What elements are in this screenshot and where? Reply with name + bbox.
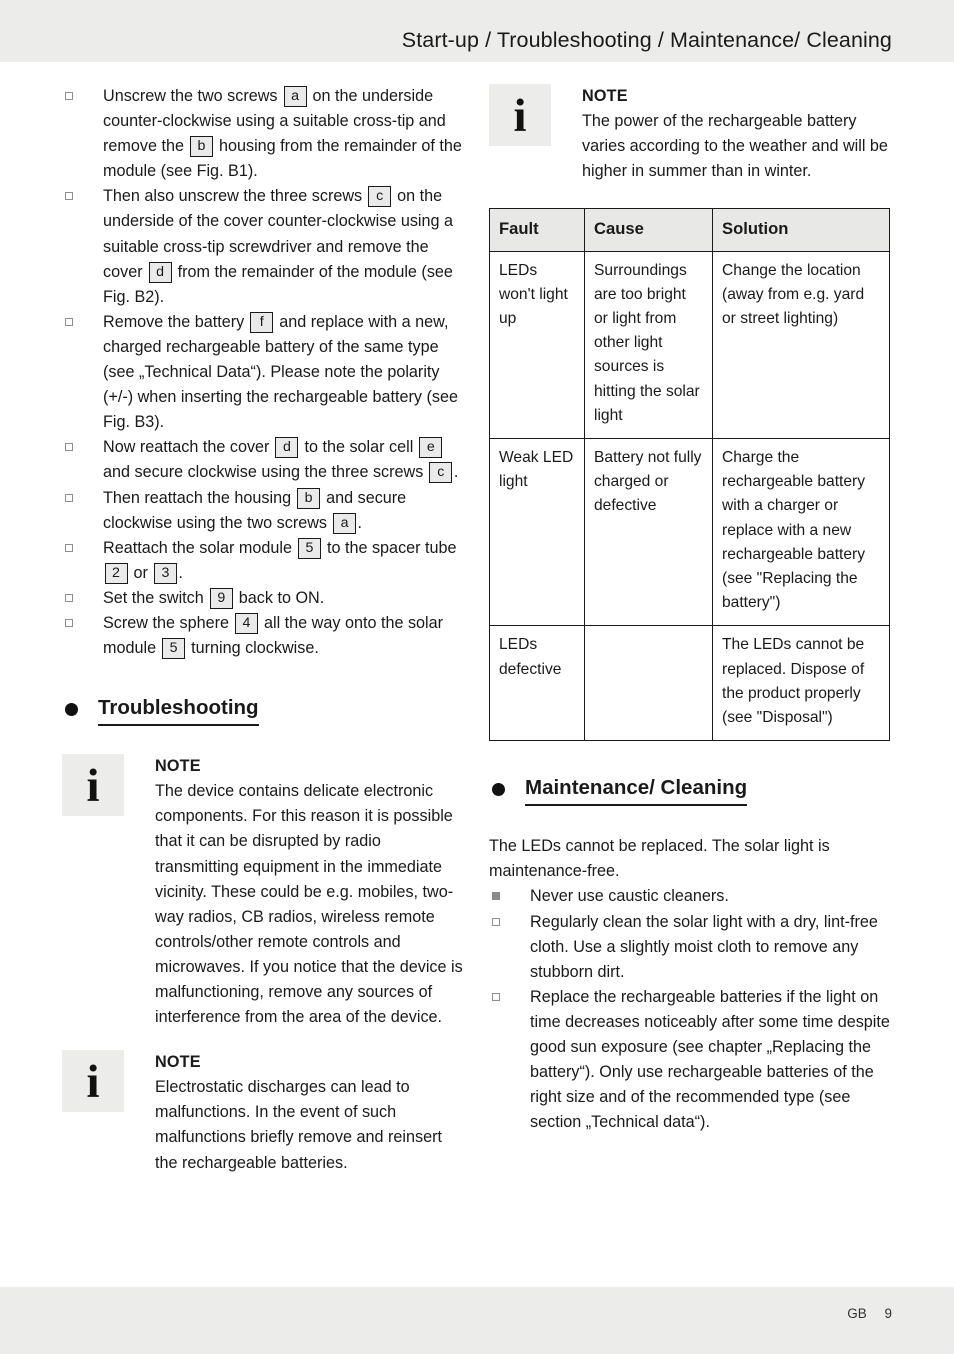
footer-locale: GB (847, 1306, 867, 1321)
info-icon-glyph: i (86, 1056, 100, 1109)
bullet-square-icon (492, 917, 500, 926)
bullet-dot-icon (65, 703, 78, 717)
part-reference-badge: d (275, 437, 299, 459)
part-reference-badge: d (148, 261, 172, 283)
part-reference-badge: e (419, 437, 443, 459)
part-reference-badge: 9 (209, 587, 233, 609)
list-item: Remove the battery f and replace with a … (62, 310, 464, 435)
table-row: LEDs defective The LEDs cannot be replace… (489, 625, 890, 742)
part-reference-badge: 4 (234, 612, 258, 634)
cell-cause: Surroundings are too bright or light fro… (584, 250, 713, 440)
maintenance-intro: The LEDs cannot be replaced. The solar l… (489, 837, 830, 881)
list-item: Set the switch 9 back to ON. (62, 586, 464, 611)
cell-fault: Weak LED light (489, 437, 585, 627)
list-item: Then reattach the housing b and secure c… (62, 486, 464, 536)
table-row: LEDs won't light up Surroundings are too … (489, 250, 890, 440)
note-battery-power: i NOTE The power of the rechargeable bat… (489, 84, 891, 184)
cell-cause: Battery not fully charged or defective (584, 437, 713, 627)
fault-table: Fault Cause Solution LEDs won't light up… (489, 208, 890, 742)
info-icon-glyph: i (86, 760, 100, 813)
list-item: Regularly clean the solar light with a d… (489, 910, 891, 985)
bullet-square-icon (65, 493, 73, 502)
note-body: The power of the rechargeable battery va… (582, 112, 888, 181)
info-icon: i (489, 84, 551, 146)
part-reference-badge: 3 (153, 562, 177, 584)
footer-page-number: 9 (884, 1306, 892, 1321)
note-title: NOTE (582, 87, 628, 105)
replacement-steps-list: Unscrew the two screws a on the undersid… (62, 84, 464, 661)
page-body: Unscrew the two screws a on the undersid… (0, 62, 954, 1287)
note-title: NOTE (155, 757, 201, 776)
bullet-dot-icon (492, 783, 505, 797)
list-item: Now reattach the cover d to the solar ce… (62, 435, 464, 485)
note-electrostatic: i NOTE Electrostatic discharges can lead… (62, 1050, 464, 1175)
column-header-solution: Solution (712, 208, 890, 252)
part-reference-badge: c (368, 186, 392, 208)
note-body: The device contains delicate electronic … (155, 782, 463, 1027)
list-item: Unscrew the two screws a on the undersid… (62, 84, 464, 184)
list-item: Screw the sphere 4 all the way onto the … (62, 611, 464, 661)
bullet-square-icon (65, 618, 73, 627)
bullet-square-icon (65, 593, 73, 602)
cell-fault: LEDs defective (489, 625, 585, 742)
cell-fault: LEDs won't light up (489, 250, 585, 440)
note-body: Electrostatic discharges can lead to mal… (155, 1078, 443, 1172)
cell-cause (584, 625, 713, 742)
info-icon: i (62, 1050, 124, 1113)
table-row: Weak LED light Battery not fully charged … (489, 437, 890, 627)
bullet-square-icon (65, 192, 73, 201)
table-header-row: Fault Cause Solution (489, 208, 890, 252)
bullet-square-icon (492, 992, 500, 1001)
note-radio-interference: i NOTE The device contains delicate elec… (62, 754, 464, 1030)
info-icon: i (62, 754, 124, 817)
cell-solution: The LEDs cannot be replaced. Dispose of … (712, 625, 890, 742)
troubleshooting-heading-text: Troubleshooting (98, 695, 259, 727)
left-column: Unscrew the two screws a on the undersid… (62, 84, 464, 1176)
column-header-fault: Fault (489, 208, 585, 252)
column-header-cause: Cause (584, 208, 713, 252)
part-reference-badge: b (189, 136, 213, 158)
part-reference-badge: 5 (297, 537, 321, 559)
cell-solution: Charge the rechargeable battery with a c… (712, 437, 890, 627)
bullet-square-filled-icon (492, 892, 500, 901)
page-footer: GB 9 (847, 1306, 892, 1321)
list-item: Reattach the solar module 5 to the space… (62, 536, 464, 586)
part-reference-badge: a (283, 86, 307, 107)
maintenance-heading-text: Maintenance/ Cleaning (525, 775, 748, 807)
list-item: Never use caustic cleaners. (489, 884, 891, 909)
part-reference-badge: 5 (162, 638, 186, 660)
part-reference-badge: f (250, 311, 274, 333)
cell-solution: Change the location (away from e.g. yard… (712, 250, 890, 440)
right-column: i NOTE The power of the rechargeable bat… (489, 84, 891, 1135)
page-header-band: Start-up / Troubleshooting / Maintenance… (0, 0, 954, 62)
list-item: Replace the rechargeable batteries if th… (489, 985, 891, 1136)
note-title: NOTE (155, 1053, 201, 1072)
bullet-square-icon (65, 317, 73, 326)
part-reference-badge: c (429, 462, 453, 484)
bullet-square-icon (65, 92, 73, 100)
part-reference-badge: b (297, 487, 321, 509)
page-header-title: Start-up / Troubleshooting / Maintenance… (401, 28, 892, 52)
troubleshooting-heading: Troubleshooting (62, 695, 464, 727)
part-reference-badge: a (333, 512, 357, 534)
part-reference-badge: 2 (104, 562, 128, 584)
page-footer-band: GB 9 (0, 1287, 954, 1354)
list-item: Then also unscrew the three screws c on … (62, 184, 464, 309)
maintenance-bullets-list: Never use caustic cleaners. Regularly cle… (489, 884, 891, 1135)
bullet-square-icon (65, 443, 73, 452)
info-icon-glyph: i (513, 90, 527, 142)
bullet-square-icon (65, 543, 73, 552)
maintenance-heading: Maintenance/ Cleaning (489, 775, 891, 807)
